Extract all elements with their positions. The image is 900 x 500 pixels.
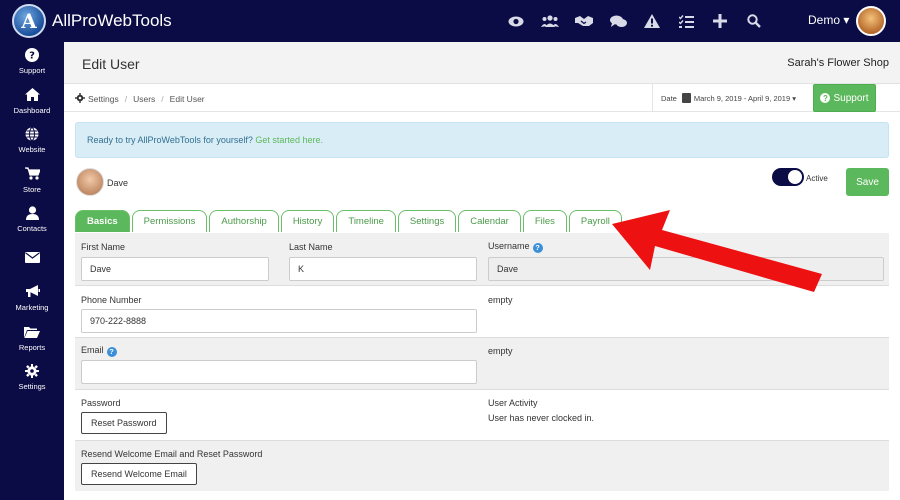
plus-icon[interactable] (704, 11, 736, 31)
password-label: Password (81, 398, 121, 408)
user-avatar (76, 168, 104, 196)
gear-icon (75, 93, 85, 105)
user-activity-text: User has never clocked in. (488, 413, 595, 423)
users-icon[interactable] (534, 11, 566, 31)
tasks-icon[interactable] (670, 11, 702, 31)
red-arrow-annotation (612, 210, 822, 292)
sidebar-item-settings[interactable]: Settings (0, 358, 64, 398)
active-toggle[interactable] (772, 168, 804, 186)
search-icon[interactable] (738, 11, 770, 31)
resend-row: Resend Welcome Email and Reset Password … (75, 441, 889, 491)
breadcrumb-row: Settings / Users / Edit User Date March … (64, 84, 900, 112)
get-started-link[interactable]: Get started here. (255, 135, 323, 145)
date-filter[interactable]: Date March 9, 2019 - April 9, 2019 ▾ (652, 84, 796, 112)
tab-bar: Basics Permissions Authorship History Ti… (75, 210, 624, 232)
email-side-value: empty (488, 346, 513, 356)
sidebar: ? Support Dashboard Website Store Contac… (0, 42, 64, 500)
user-name: Dave (107, 178, 129, 188)
email-field[interactable] (81, 360, 477, 384)
tab-authorship[interactable]: Authorship (209, 210, 279, 232)
phone-field[interactable]: 970-222-8888 (81, 309, 477, 333)
calendar-icon (681, 93, 691, 103)
date-range[interactable]: March 9, 2019 - April 9, 2019 ▾ (694, 94, 796, 103)
breadcrumb-users[interactable]: Users (133, 94, 155, 104)
password-row: Password Reset Password User Activity Us… (75, 390, 889, 441)
sidebar-item-mail[interactable] (0, 240, 64, 280)
phone-label: Phone Number (81, 295, 142, 305)
last-name-field[interactable]: K (289, 257, 477, 281)
last-name-label: Last Name (289, 242, 333, 252)
email-row: Email? empty (75, 338, 889, 390)
tab-basics[interactable]: Basics (75, 210, 130, 232)
user-activity-label: User Activity (488, 398, 538, 408)
toggle-knob (788, 170, 802, 184)
sidebar-item-website[interactable]: Website (0, 121, 64, 161)
tab-settings[interactable]: Settings (397, 210, 457, 232)
avatar[interactable] (856, 6, 886, 36)
email-label: Email? (81, 345, 117, 357)
username-label: Username? (488, 241, 543, 253)
folder-open-icon (24, 325, 40, 341)
handshake-icon[interactable] (568, 11, 600, 31)
sidebar-item-marketing[interactable]: Marketing (0, 279, 64, 319)
app-name: AllProWebTools (52, 11, 172, 30)
save-button[interactable]: Save (846, 168, 889, 196)
sidebar-item-dashboard[interactable]: Dashboard (0, 82, 64, 122)
user-menu[interactable]: Demo ▾ (808, 13, 849, 27)
phone-side-value: empty (488, 295, 513, 305)
question-circle-icon: ? (820, 93, 831, 103)
breadcrumb-settings[interactable]: Settings (88, 94, 119, 104)
breadcrumb-edit-user: Edit User (169, 94, 205, 104)
eye-icon[interactable] (500, 11, 532, 31)
shop-name: Sarah's Flower Shop (787, 57, 889, 69)
support-button[interactable]: ? Support (813, 84, 876, 112)
active-label: Active (806, 174, 828, 183)
reset-password-button[interactable]: Reset Password (81, 412, 167, 434)
sidebar-item-reports[interactable]: Reports (0, 319, 64, 359)
comments-icon[interactable] (602, 11, 634, 31)
top-navbar: A AllProWebTools Demo ▾ (0, 0, 900, 42)
question-circle-icon: ? (25, 48, 39, 64)
tab-timeline[interactable]: Timeline (336, 210, 396, 232)
tab-files[interactable]: Files (522, 210, 567, 232)
top-icon-bar (500, 0, 772, 42)
tab-permissions[interactable]: Permissions (131, 210, 208, 232)
bullhorn-icon (25, 285, 40, 301)
arrow-shape (612, 210, 822, 292)
app-logo[interactable]: A AllProWebTools (12, 4, 172, 38)
first-name-field[interactable]: Dave (81, 257, 269, 281)
sidebar-item-contacts[interactable]: Contacts (0, 200, 64, 240)
user-icon (25, 206, 39, 222)
date-label: Date (661, 93, 677, 103)
tab-calendar[interactable]: Calendar (458, 210, 521, 232)
page-header: Edit User Sarah's Flower Shop (64, 42, 900, 84)
home-icon (24, 87, 40, 104)
svg-text:?: ? (29, 51, 35, 62)
gear-icon (25, 364, 39, 380)
resend-label: Resend Welcome Email and Reset Password (81, 449, 263, 459)
globe-icon (25, 127, 39, 143)
envelope-icon (24, 250, 40, 266)
tab-history[interactable]: History (280, 210, 335, 232)
cart-icon (24, 167, 41, 183)
resend-welcome-email-button[interactable]: Resend Welcome Email (81, 463, 197, 485)
sidebar-item-support[interactable]: ? Support (0, 42, 64, 82)
sidebar-item-store[interactable]: Store (0, 161, 64, 201)
breadcrumb: Settings / Users / Edit User (75, 93, 205, 105)
info-alert: Ready to try AllProWebTools for yourself… (75, 122, 889, 158)
help-icon[interactable]: ? (106, 346, 117, 357)
help-icon[interactable]: ? (532, 242, 543, 253)
first-name-label: First Name (81, 242, 126, 252)
logo-icon: A (12, 4, 46, 38)
page-title: Edit User (82, 56, 140, 72)
warning-icon[interactable] (636, 11, 668, 31)
